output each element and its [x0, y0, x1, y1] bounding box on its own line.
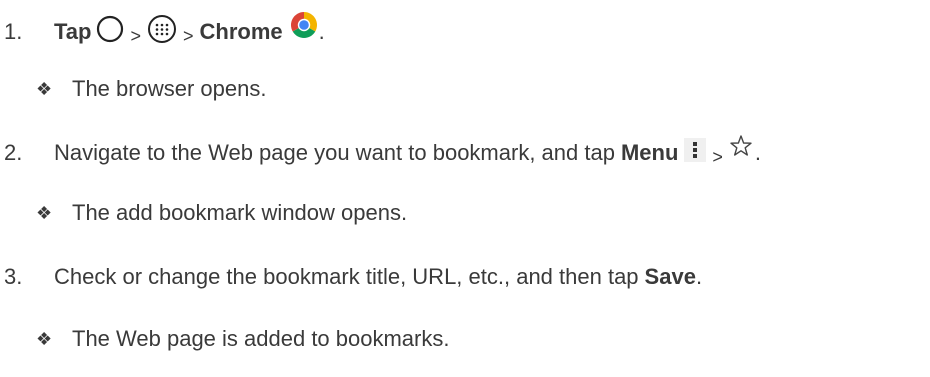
tap-label: Tap: [54, 19, 92, 44]
step-1: 1. Tap > > Chrome .: [0, 12, 325, 50]
chrome-label: Chrome: [199, 19, 283, 44]
home-circle-icon: [96, 15, 124, 49]
chrome-logo-icon: [289, 10, 319, 46]
step-3: 3. Check or change the bookmark title, U…: [0, 264, 702, 290]
step-2: 2. Navigate to the Web page you want to …: [0, 135, 762, 168]
menu-label: Menu: [620, 140, 679, 165]
step-number: 3.: [4, 264, 23, 289]
step-1-result: ❖ The browser opens.: [36, 76, 266, 102]
result-text: The browser opens.: [72, 76, 267, 101]
result-text: The add bookmark window opens.: [72, 200, 408, 225]
step-3-result: ❖ The Web page is added to bookmarks.: [36, 326, 449, 352]
step-text: Navigate to the Web page you want to boo…: [54, 140, 615, 165]
end-punct: .: [754, 140, 762, 165]
bullet-icon: ❖: [36, 328, 53, 349]
overflow-menu-icon: [684, 138, 707, 168]
end-punct: .: [318, 19, 325, 44]
step-number: 2.: [4, 140, 23, 165]
result-text: The Web page is added to bookmarks.: [72, 326, 450, 351]
star-outline-icon: [729, 134, 753, 164]
bullet-icon: ❖: [36, 202, 53, 223]
apps-grid-icon: [147, 14, 177, 50]
end-punct: .: [695, 264, 703, 289]
separator: >: [183, 25, 194, 46]
step-number: 1.: [4, 19, 23, 44]
step-text: Check or change the bookmark title, URL,…: [54, 264, 639, 289]
save-label: Save: [644, 264, 696, 289]
separator: >: [130, 25, 141, 46]
bullet-icon: ❖: [36, 78, 53, 99]
separator: >: [712, 146, 723, 167]
step-2-result: ❖ The add bookmark window opens.: [36, 200, 407, 226]
